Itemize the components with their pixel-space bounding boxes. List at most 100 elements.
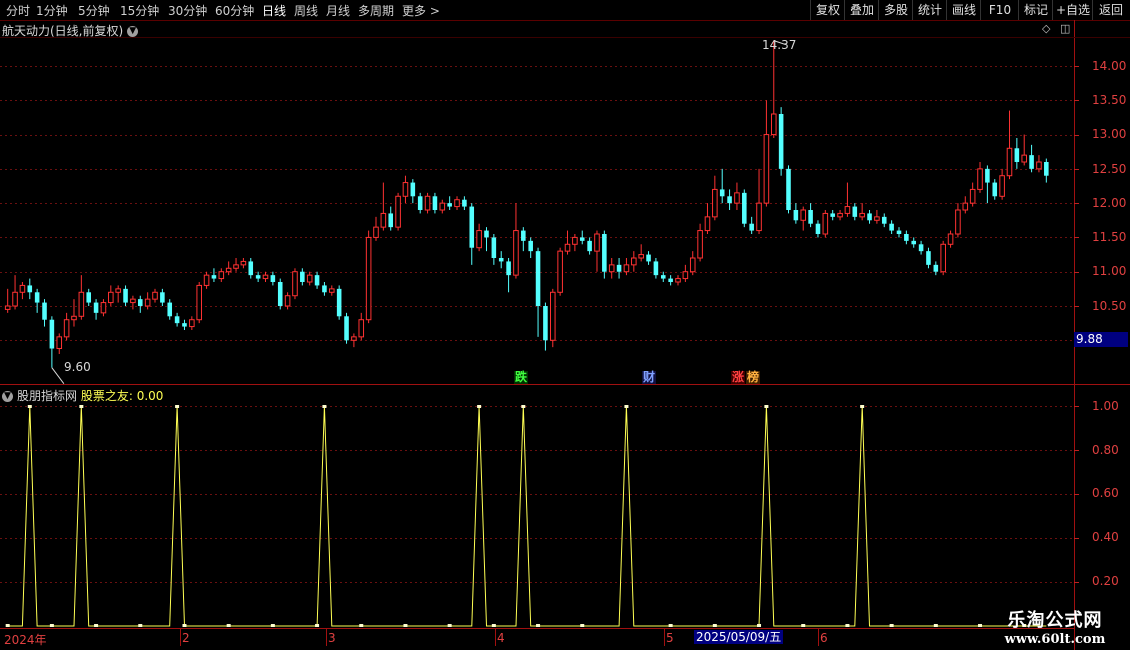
corner-icons: ◇ ◫ — [1042, 22, 1070, 35]
add-watchlist-button[interactable]: +自选 — [1052, 0, 1093, 20]
period-tab-daily[interactable]: 日线 — [262, 2, 286, 19]
watermark-title: 乐淘公式网 — [1007, 610, 1103, 631]
candle-body-down — [484, 230, 489, 238]
period-tab-15min[interactable]: 15分钟 — [120, 2, 159, 19]
candle-body-up — [712, 188, 718, 218]
period-tab-multi[interactable]: 多周期 — [358, 2, 394, 19]
candle-body-down — [881, 216, 887, 224]
event-marker-rank[interactable]: 榜 — [746, 371, 761, 384]
period-tab-分时[interactable]: 分时 — [6, 2, 30, 19]
statistics-button[interactable]: 统计 — [912, 0, 947, 20]
overlay-button[interactable]: 叠加 — [844, 0, 879, 20]
candle-body-up — [203, 274, 210, 286]
indicator-axis-label: 1.00 — [1092, 399, 1119, 413]
indicator-dot — [536, 624, 541, 627]
candle-body-up — [572, 236, 578, 245]
candle-body-up — [513, 230, 519, 276]
period-tab-30min[interactable]: 30分钟 — [168, 2, 207, 19]
candle-body-down — [93, 302, 99, 313]
diamond-icon[interactable]: ◇ — [1042, 22, 1050, 35]
period-tab-more[interactable]: 更多 > — [402, 2, 440, 19]
indicator-axis-label: 0.60 — [1092, 486, 1119, 500]
draw-line-button[interactable]: 画线 — [946, 0, 981, 20]
indicator-dot — [801, 624, 806, 627]
candle-body-up — [152, 291, 158, 300]
candle-body-down — [34, 292, 40, 303]
candle-body-down — [300, 271, 305, 282]
indicator-peak — [79, 405, 84, 408]
high-price-label: 14.37 — [762, 38, 797, 52]
candle-body-up — [756, 202, 762, 232]
indicator-peak — [27, 405, 32, 408]
candle-body-down — [1014, 148, 1020, 162]
chevron-down-icon[interactable]: ▼ — [127, 26, 139, 37]
chart-canvas[interactable] — [0, 0, 1130, 650]
candle-body-down — [587, 240, 592, 252]
candle-body-down — [160, 292, 165, 303]
candle-body-up — [19, 284, 26, 293]
candle-body-up — [284, 295, 291, 307]
candle-body-down — [933, 264, 939, 272]
candle-body-up — [947, 233, 954, 245]
chevron-down-icon[interactable]: ▼ — [2, 391, 13, 402]
candle-body-down — [543, 306, 548, 341]
main-chart-title[interactable]: 航天动力(日线,前复权) ▼ — [2, 22, 139, 39]
event-marker-finance[interactable]: 财 — [642, 371, 657, 384]
candle-body-down — [904, 234, 909, 241]
candle-body-down — [42, 302, 47, 320]
candle-body-down — [137, 299, 143, 306]
candle-body-down — [749, 223, 754, 231]
candle-body-up — [233, 264, 239, 269]
candle-body-down — [211, 275, 217, 279]
indicator-dot — [49, 624, 54, 627]
candle-layer — [4, 40, 1049, 385]
watermark-url: www.60lt.com — [1004, 632, 1106, 647]
indicator-axis-label: 0.80 — [1092, 443, 1119, 457]
event-marker-down[interactable]: 跌 — [514, 371, 529, 384]
candle-body-down — [167, 302, 173, 317]
period-tab-60min[interactable]: 60分钟 — [215, 2, 254, 19]
candle-body-up — [734, 192, 740, 204]
candle-body-down — [911, 240, 917, 245]
period-tab-1min[interactable]: 1分钟 — [36, 2, 68, 19]
f10-button[interactable]: F10 — [980, 0, 1019, 20]
candle-body-down — [1029, 155, 1034, 169]
candle-body-up — [476, 230, 482, 249]
mark-button[interactable]: 标记 — [1018, 0, 1053, 20]
candle-body-up — [557, 250, 563, 293]
candle-body-down — [742, 192, 747, 224]
candle-body-down — [889, 223, 894, 231]
candle-body-down — [491, 237, 497, 258]
indicator-dot — [94, 624, 99, 627]
multi-stock-button[interactable]: 多股 — [878, 0, 913, 20]
period-tab-monthly[interactable]: 月线 — [326, 2, 350, 19]
indicator-dot — [226, 624, 231, 627]
price-axis-label: 12.00 — [1092, 196, 1127, 210]
candle-body-down — [521, 230, 526, 241]
candle-body-up — [365, 236, 372, 321]
candle-body-up — [638, 254, 644, 259]
date-axis-label: 2 — [182, 631, 190, 645]
date-axis-label: 3 — [328, 631, 336, 645]
candle-body-down — [344, 316, 349, 341]
fuquan-button[interactable]: 复权 — [810, 0, 845, 20]
candle-body-up — [1036, 161, 1042, 170]
window-toggle-icon[interactable]: ◫ — [1060, 22, 1070, 35]
event-marker-up[interactable]: 涨 — [731, 371, 746, 384]
back-button[interactable]: 返回 — [1092, 0, 1129, 20]
indicator-dot — [580, 624, 585, 627]
indicator-title[interactable]: ▼ 股朋指标网 股票之友: 0.00 — [2, 387, 163, 404]
period-tab-5min[interactable]: 5分钟 — [78, 2, 110, 19]
candle-body-up — [262, 274, 269, 280]
low-price-label: 9.60 — [64, 360, 91, 374]
candle-body-up — [240, 260, 247, 266]
candle-body-down — [462, 199, 467, 207]
candle-body-up — [424, 195, 431, 211]
candle-body-up — [940, 243, 946, 273]
period-tab-weekly[interactable]: 周线 — [294, 2, 318, 19]
indicator-peak — [624, 405, 629, 408]
candle-body-up — [218, 271, 225, 280]
indicator-value: 股票之友: 0.00 — [80, 389, 164, 403]
candle-body-up — [697, 230, 703, 259]
candle-body-down — [322, 285, 327, 293]
